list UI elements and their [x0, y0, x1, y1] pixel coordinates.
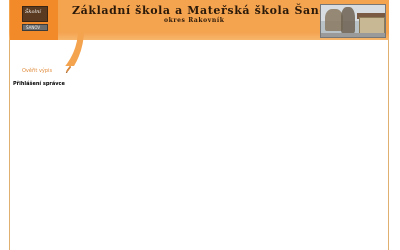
photo-road [321, 33, 385, 37]
photo-tree [341, 7, 355, 33]
site-subtitle: okres Rakovník [164, 17, 225, 24]
verify-listing-link[interactable]: Ověřit výpis [22, 68, 52, 74]
logo-board: Školní [22, 6, 48, 22]
page-title: Přihlášení správce [13, 81, 65, 87]
logo-board-text: Školní [25, 9, 41, 15]
swoosh-shape [9, 30, 84, 66]
pencil-icon[interactable] [65, 65, 72, 74]
site-title: Základní škola a Mateřská škola Šanov [72, 4, 335, 17]
school-building-photo [320, 4, 386, 38]
